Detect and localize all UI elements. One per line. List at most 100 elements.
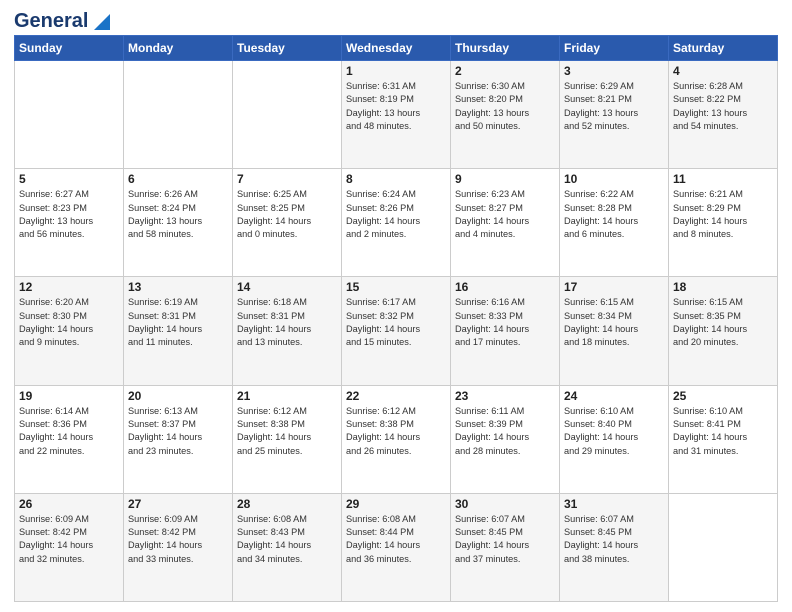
day-number: 15: [346, 280, 446, 294]
calendar-cell: 27 Sunrise: 6:09 AM Sunset: 8:42 PM Dayli…: [124, 493, 233, 601]
calendar-cell: 30 Sunrise: 6:07 AM Sunset: 8:45 PM Dayli…: [451, 493, 560, 601]
day-info: Sunrise: 6:12 AM Sunset: 8:38 PM Dayligh…: [346, 405, 446, 458]
day-number: 7: [237, 172, 337, 186]
calendar-week-row: 1 Sunrise: 6:31 AM Sunset: 8:19 PM Daylig…: [15, 61, 778, 169]
day-info: Sunrise: 6:24 AM Sunset: 8:26 PM Dayligh…: [346, 188, 446, 241]
calendar-cell: 26 Sunrise: 6:09 AM Sunset: 8:42 PM Dayli…: [15, 493, 124, 601]
day-info: Sunrise: 6:10 AM Sunset: 8:40 PM Dayligh…: [564, 405, 664, 458]
day-info: Sunrise: 6:11 AM Sunset: 8:39 PM Dayligh…: [455, 405, 555, 458]
day-number: 12: [19, 280, 119, 294]
day-number: 17: [564, 280, 664, 294]
day-number: 5: [19, 172, 119, 186]
calendar-cell: [124, 61, 233, 169]
calendar-week-row: 26 Sunrise: 6:09 AM Sunset: 8:42 PM Dayli…: [15, 493, 778, 601]
calendar-cell: 5 Sunrise: 6:27 AM Sunset: 8:23 PM Daylig…: [15, 169, 124, 277]
calendar-cell: 8 Sunrise: 6:24 AM Sunset: 8:26 PM Daylig…: [342, 169, 451, 277]
day-info: Sunrise: 6:07 AM Sunset: 8:45 PM Dayligh…: [455, 513, 555, 566]
calendar-cell: 13Sunrise: 6:19 AM Sunset: 8:31 PM Dayli…: [124, 277, 233, 385]
day-number: 3: [564, 64, 664, 78]
weekday-header-thursday: Thursday: [451, 36, 560, 61]
day-number: 4: [673, 64, 773, 78]
weekday-header-friday: Friday: [560, 36, 669, 61]
day-info: Sunrise: 6:20 AM Sunset: 8:30 PM Dayligh…: [19, 296, 119, 349]
day-info: Sunrise: 6:22 AM Sunset: 8:28 PM Dayligh…: [564, 188, 664, 241]
weekday-header-monday: Monday: [124, 36, 233, 61]
day-info: Sunrise: 6:26 AM Sunset: 8:24 PM Dayligh…: [128, 188, 228, 241]
calendar-cell: 9Sunrise: 6:23 AM Sunset: 8:27 PM Daylig…: [451, 169, 560, 277]
day-info: Sunrise: 6:23 AM Sunset: 8:27 PM Dayligh…: [455, 188, 555, 241]
calendar-cell: 31 Sunrise: 6:07 AM Sunset: 8:45 PM Dayli…: [560, 493, 669, 601]
day-number: 10: [564, 172, 664, 186]
calendar-cell: 25 Sunrise: 6:10 AM Sunset: 8:41 PM Dayli…: [669, 385, 778, 493]
day-number: 26: [19, 497, 119, 511]
weekday-header-tuesday: Tuesday: [233, 36, 342, 61]
day-info: Sunrise: 6:18 AM Sunset: 8:31 PM Dayligh…: [237, 296, 337, 349]
weekday-header-saturday: Saturday: [669, 36, 778, 61]
calendar-week-row: 19Sunrise: 6:14 AM Sunset: 8:36 PM Dayli…: [15, 385, 778, 493]
day-info: Sunrise: 6:09 AM Sunset: 8:42 PM Dayligh…: [19, 513, 119, 566]
day-number: 30: [455, 497, 555, 511]
day-number: 2: [455, 64, 555, 78]
day-info: Sunrise: 6:28 AM Sunset: 8:22 PM Dayligh…: [673, 80, 773, 133]
calendar-cell: 2 Sunrise: 6:30 AM Sunset: 8:20 PM Daylig…: [451, 61, 560, 169]
logo: General: [14, 10, 110, 29]
calendar-table: SundayMondayTuesdayWednesdayThursdayFrid…: [14, 35, 778, 602]
weekday-header-row: SundayMondayTuesdayWednesdayThursdayFrid…: [15, 36, 778, 61]
day-number: 20: [128, 389, 228, 403]
calendar-cell: 14 Sunrise: 6:18 AM Sunset: 8:31 PM Dayli…: [233, 277, 342, 385]
calendar-cell: 6 Sunrise: 6:26 AM Sunset: 8:24 PM Daylig…: [124, 169, 233, 277]
calendar-cell: 4 Sunrise: 6:28 AM Sunset: 8:22 PM Daylig…: [669, 61, 778, 169]
logo-general: General: [14, 10, 88, 33]
calendar-week-row: 5 Sunrise: 6:27 AM Sunset: 8:23 PM Daylig…: [15, 169, 778, 277]
day-info: Sunrise: 6:12 AM Sunset: 8:38 PM Dayligh…: [237, 405, 337, 458]
day-number: 14: [237, 280, 337, 294]
day-number: 6: [128, 172, 228, 186]
calendar-cell: 1 Sunrise: 6:31 AM Sunset: 8:19 PM Daylig…: [342, 61, 451, 169]
day-info: Sunrise: 6:15 AM Sunset: 8:35 PM Dayligh…: [673, 296, 773, 349]
logo-triangle-icon: [90, 12, 110, 32]
day-info: Sunrise: 6:07 AM Sunset: 8:45 PM Dayligh…: [564, 513, 664, 566]
day-info: Sunrise: 6:30 AM Sunset: 8:20 PM Dayligh…: [455, 80, 555, 133]
day-number: 13: [128, 280, 228, 294]
day-number: 22: [346, 389, 446, 403]
day-number: 11: [673, 172, 773, 186]
weekday-header-wednesday: Wednesday: [342, 36, 451, 61]
calendar-cell: 19Sunrise: 6:14 AM Sunset: 8:36 PM Dayli…: [15, 385, 124, 493]
day-info: Sunrise: 6:25 AM Sunset: 8:25 PM Dayligh…: [237, 188, 337, 241]
day-info: Sunrise: 6:31 AM Sunset: 8:19 PM Dayligh…: [346, 80, 446, 133]
calendar-cell: 18Sunrise: 6:15 AM Sunset: 8:35 PM Dayli…: [669, 277, 778, 385]
calendar-cell: 21Sunrise: 6:12 AM Sunset: 8:38 PM Dayli…: [233, 385, 342, 493]
calendar-cell: 22 Sunrise: 6:12 AM Sunset: 8:38 PM Dayli…: [342, 385, 451, 493]
day-info: Sunrise: 6:08 AM Sunset: 8:44 PM Dayligh…: [346, 513, 446, 566]
day-info: Sunrise: 6:29 AM Sunset: 8:21 PM Dayligh…: [564, 80, 664, 133]
header: General: [14, 10, 778, 29]
calendar-cell: 11Sunrise: 6:21 AM Sunset: 8:29 PM Dayli…: [669, 169, 778, 277]
calendar-week-row: 12 Sunrise: 6:20 AM Sunset: 8:30 PM Dayli…: [15, 277, 778, 385]
day-number: 23: [455, 389, 555, 403]
day-number: 16: [455, 280, 555, 294]
calendar-cell: 16Sunrise: 6:16 AM Sunset: 8:33 PM Dayli…: [451, 277, 560, 385]
day-info: Sunrise: 6:15 AM Sunset: 8:34 PM Dayligh…: [564, 296, 664, 349]
calendar-cell: 20 Sunrise: 6:13 AM Sunset: 8:37 PM Dayli…: [124, 385, 233, 493]
day-info: Sunrise: 6:13 AM Sunset: 8:37 PM Dayligh…: [128, 405, 228, 458]
page: General SundayMondayTuesdayWednesdayThur…: [0, 0, 792, 612]
day-info: Sunrise: 6:09 AM Sunset: 8:42 PM Dayligh…: [128, 513, 228, 566]
day-number: 19: [19, 389, 119, 403]
day-number: 27: [128, 497, 228, 511]
day-info: Sunrise: 6:17 AM Sunset: 8:32 PM Dayligh…: [346, 296, 446, 349]
day-info: Sunrise: 6:10 AM Sunset: 8:41 PM Dayligh…: [673, 405, 773, 458]
day-info: Sunrise: 6:27 AM Sunset: 8:23 PM Dayligh…: [19, 188, 119, 241]
day-number: 24: [564, 389, 664, 403]
weekday-header-sunday: Sunday: [15, 36, 124, 61]
day-number: 1: [346, 64, 446, 78]
calendar-cell: 24 Sunrise: 6:10 AM Sunset: 8:40 PM Dayli…: [560, 385, 669, 493]
calendar-cell: [233, 61, 342, 169]
calendar-cell: [669, 493, 778, 601]
day-number: 25: [673, 389, 773, 403]
day-number: 28: [237, 497, 337, 511]
day-info: Sunrise: 6:08 AM Sunset: 8:43 PM Dayligh…: [237, 513, 337, 566]
calendar-cell: 28 Sunrise: 6:08 AM Sunset: 8:43 PM Dayli…: [233, 493, 342, 601]
calendar-cell: 7 Sunrise: 6:25 AM Sunset: 8:25 PM Daylig…: [233, 169, 342, 277]
day-number: 8: [346, 172, 446, 186]
day-number: 31: [564, 497, 664, 511]
